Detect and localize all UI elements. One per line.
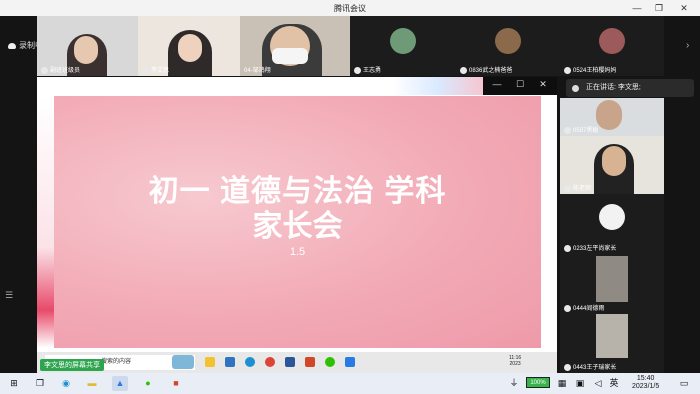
restore-button[interactable]: ❐ — [650, 1, 668, 15]
next-page-arrow-icon[interactable]: › — [686, 40, 689, 51]
video-face — [74, 36, 98, 64]
powerpoint-icon[interactable]: ■ — [168, 376, 184, 391]
video-frame — [596, 314, 628, 358]
edge-icon — [245, 357, 255, 367]
search-highlight-icon — [172, 355, 194, 369]
participant-name: 李文思 — [151, 68, 170, 74]
slide-date: 1.5 — [289, 246, 306, 258]
screen-share-badge[interactable]: 李文思的屏幕共享 — [40, 359, 104, 371]
photos-icon — [225, 357, 235, 367]
video-frame — [596, 256, 628, 302]
powerpoint-icon — [305, 357, 315, 367]
mic-icon — [564, 363, 571, 371]
tray-icon[interactable]: ▣ — [572, 376, 588, 391]
share-window-controls: — ☐ ✕ — [483, 77, 557, 95]
share-maximize-button[interactable]: ☐ — [512, 79, 528, 90]
share-header-strip — [37, 77, 483, 95]
participant-tile[interactable]: 0836武之楠爸爸 — [456, 16, 560, 76]
participant-name: 副班班级员 — [50, 68, 81, 74]
folder-icon — [205, 357, 215, 367]
window-title: 腾讯会议 — [334, 4, 366, 13]
taskbar-clock[interactable]: 15:40 2023/1/5 — [632, 375, 659, 391]
participant-name: 0443王子瑞家长 — [573, 365, 617, 371]
mic-icon — [354, 66, 361, 74]
word-icon — [285, 357, 295, 367]
mic-icon — [564, 126, 571, 134]
network-icon[interactable]: ▦ — [554, 376, 570, 391]
mic-icon — [564, 184, 571, 192]
share-close-button[interactable]: ✕ — [535, 79, 551, 90]
wechat-icon — [325, 357, 335, 367]
mic-icon — [572, 85, 579, 92]
avatar — [495, 28, 521, 54]
avatar — [390, 28, 416, 54]
avatar — [599, 204, 625, 230]
avatar — [599, 28, 625, 54]
share-minimize-button[interactable]: — — [489, 79, 505, 89]
face-mask — [272, 48, 308, 64]
mic-icon — [564, 304, 571, 312]
mic-icon — [564, 66, 571, 74]
slide-subtitle: 家长会 — [252, 210, 343, 243]
participant-name: 0524王柏樱妈妈 — [573, 68, 617, 74]
participant-name: 0507黑板 — [573, 128, 599, 134]
file-explorer-icon[interactable]: ▬ — [84, 376, 100, 391]
participant-tile[interactable]: 0233左平尚家长 — [560, 194, 664, 254]
side-menu-handle-icon[interactable]: ☰ — [5, 290, 13, 301]
window-titlebar: 腾讯会议 — ❐ ✕ — [0, 0, 700, 16]
ime-indicator[interactable]: 英 — [606, 376, 622, 391]
wechat-icon[interactable]: ● — [140, 376, 156, 391]
shared-taskbar: 搜索的内容 11:16 2023 — [37, 352, 557, 373]
participant-name: 0836武之楠爸爸 — [469, 68, 513, 74]
participant-name: 04-邹鸿翔 — [244, 68, 271, 74]
video-face — [596, 100, 622, 130]
participant-tile[interactable]: 0444阎德雨 — [560, 254, 664, 314]
slide-left-accent — [37, 96, 54, 348]
chrome-icon — [265, 357, 275, 367]
participant-tile[interactable]: 0524王柏樱妈妈 — [560, 16, 664, 76]
mic-icon — [41, 66, 48, 74]
clock-date: 2023/1/5 — [632, 383, 660, 390]
notification-icon[interactable]: ▭ — [676, 376, 692, 391]
participant-tile[interactable]: 0507黑板 — [560, 98, 664, 136]
cloud-icon — [8, 42, 16, 49]
participant-tile[interactable]: 李文思 — [138, 16, 240, 76]
clock-time: 15:40 — [636, 375, 655, 382]
participant-name: 0233左平尚家长 — [573, 246, 617, 252]
start-icon[interactable]: ⊞ — [6, 376, 22, 391]
participant-name: 陈老师 — [573, 186, 592, 192]
video-face — [178, 34, 202, 62]
minimize-button[interactable]: — — [628, 1, 646, 15]
participant-tile[interactable]: 陈老师 — [560, 136, 664, 194]
share-label: 李文思的屏幕共享 — [44, 362, 100, 369]
participant-tile[interactable]: 副班班级员 — [37, 16, 138, 76]
video-face — [602, 146, 626, 176]
participant-tile[interactable]: 王志勇 — [350, 16, 456, 76]
mic-icon — [460, 66, 467, 74]
mic-icon — [564, 244, 571, 252]
presentation-slide: 初一 道德与法治 学科 家长会 1.5 — [54, 96, 541, 348]
participant-tile[interactable]: 0443王子瑞家长 — [560, 314, 664, 373]
meeting-app-icon — [345, 357, 355, 367]
participant-name: 王志勇 — [363, 68, 382, 74]
speaking-indicator: 正在讲话: 李文思; — [566, 79, 694, 97]
participant-tile[interactable]: 04-邹鸿翔 — [240, 16, 350, 76]
mic-icon — [142, 66, 149, 74]
close-window-button[interactable]: ✕ — [672, 1, 696, 15]
windows-taskbar: ⊞ ❐ ◉ ▬ ▲ ● ■ ⏚ 100% ▦ ▣ ◁ 英 15:40 2023/1… — [0, 373, 700, 394]
task-view-icon[interactable]: ❐ — [32, 376, 48, 391]
battery-indicator[interactable]: 100% — [526, 377, 550, 388]
volume-icon[interactable]: ◁ — [590, 376, 606, 391]
speaking-label: 正在讲话: 李文思; — [586, 84, 641, 91]
tencent-meeting-icon[interactable]: ▲ — [112, 376, 128, 391]
shared-clock: 11:16 2023 — [509, 355, 522, 367]
participant-name: 0444阎德雨 — [573, 306, 605, 312]
usb-icon[interactable]: ⏚ — [506, 376, 522, 391]
screen-share-view[interactable]: — ☐ ✕ 初一 道德与法治 学科 家长会 1.5 搜索的内容 11:16 202… — [37, 77, 557, 373]
edge-icon[interactable]: ◉ — [58, 376, 74, 391]
